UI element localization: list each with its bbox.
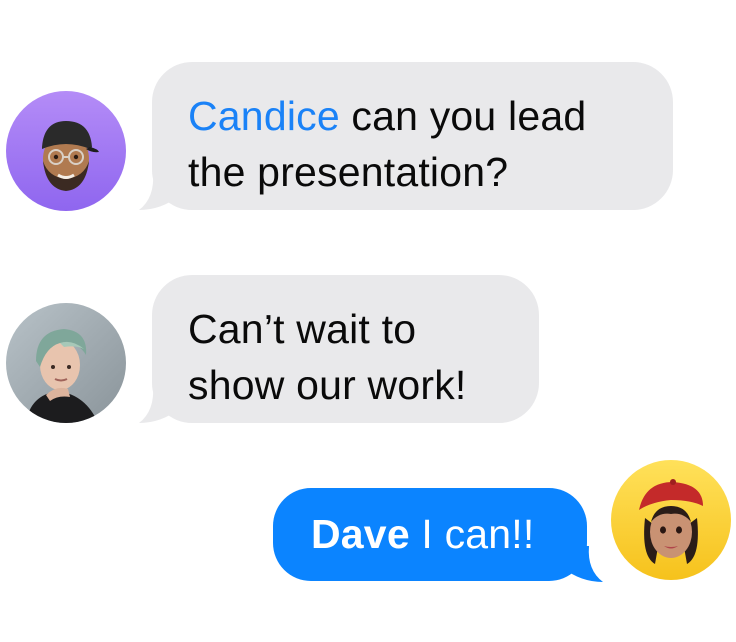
mention-candice[interactable]: Candice: [188, 93, 340, 139]
bubble-tail: [139, 385, 179, 423]
avatar-woman-photo[interactable]: [6, 303, 126, 423]
message-text: Can’t wait to: [188, 306, 417, 352]
message-text: can you lead: [351, 93, 587, 139]
avatar-woman-beret[interactable]: [611, 460, 731, 580]
message-bubble-outgoing[interactable]: Dave I can!!: [273, 488, 587, 581]
avatar-man-cap[interactable]: [6, 91, 126, 211]
message-text: I can!!: [421, 511, 535, 557]
woman-photo-icon: [6, 303, 126, 423]
memoji-woman-icon: [611, 460, 731, 580]
message-bubble-incoming-1[interactable]: Candice can you lead the presentation?: [152, 62, 673, 210]
message-text: show our work!: [188, 362, 467, 408]
bubble-tail: [139, 172, 179, 210]
message-line: Dave I can!!: [311, 506, 587, 562]
message-text: the presentation?: [188, 149, 509, 195]
message-line: Candice can you lead: [188, 88, 673, 144]
memoji-man-icon: [6, 91, 126, 211]
mention-dave[interactable]: Dave: [311, 511, 410, 557]
bubble-tail: [563, 546, 603, 582]
message-bubble-incoming-2[interactable]: Can’t wait to show our work!: [152, 275, 539, 423]
